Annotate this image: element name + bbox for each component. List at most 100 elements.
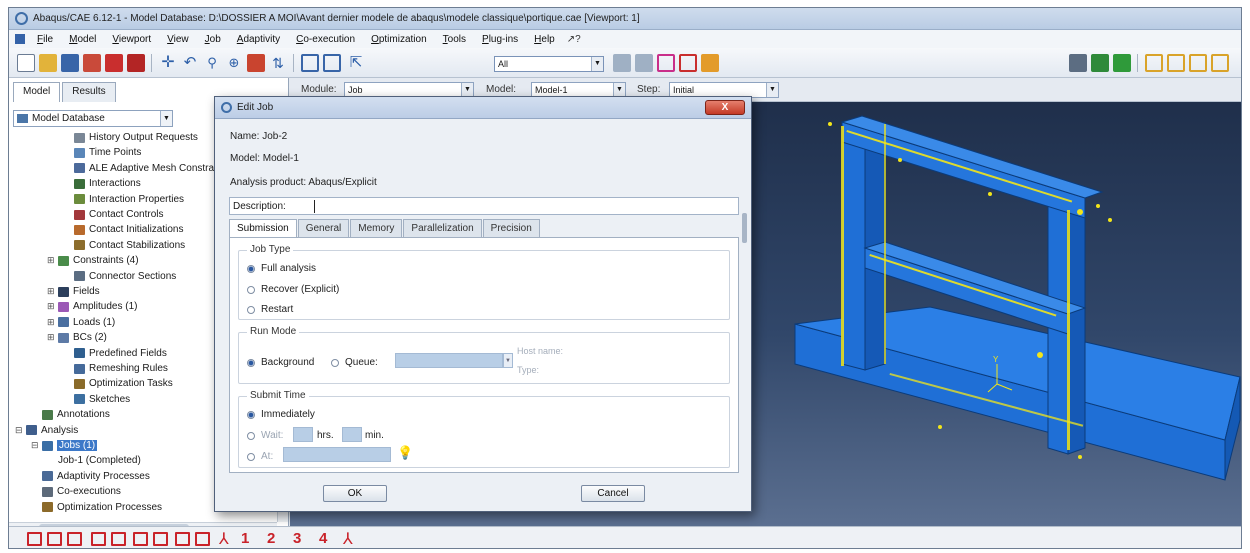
tree-node[interactable]: ⊞ Loads (1) [47,315,115,330]
menu-model[interactable]: Model [61,34,104,45]
view-iso-icon[interactable] [1145,54,1163,72]
new-file-icon[interactable] [17,54,35,72]
selection-box-icon[interactable] [657,54,675,72]
tree-node[interactable]: Contact Stabilizations [63,238,185,253]
tree-node[interactable]: Job-1 (Completed) [47,453,141,468]
tree-node[interactable]: Annotations [31,407,110,422]
view-icon-9[interactable] [195,532,210,546]
viewport-number-3[interactable]: 3 [293,530,301,547]
render-style-icon-2[interactable] [1091,54,1109,72]
menu-view[interactable]: View [159,34,197,45]
view-icon-2[interactable] [47,532,62,546]
tab-parallelization[interactable]: Parallelization [403,219,482,238]
viewport-number-1[interactable]: 1 [241,530,249,547]
tree-node[interactable]: Contact Controls [63,207,163,222]
menu-file[interactable]: File [29,34,61,45]
selection-option-icon-2[interactable] [635,54,653,72]
ok-button[interactable]: OK [323,485,387,502]
view-front-icon[interactable] [1167,54,1185,72]
tools-icon[interactable] [701,54,719,72]
render-style-icon-1[interactable] [1069,54,1087,72]
box-zoom-icon[interactable]: ⊕ [225,54,243,72]
viewport-number-4[interactable]: 4 [319,530,327,547]
chevron-down-icon[interactable]: ▼ [160,111,172,126]
tree-node[interactable]: Sketches [63,392,130,407]
description-field[interactable]: Description: [229,197,739,215]
tree-node[interactable]: ⊞ BCs (2) [47,330,107,345]
render-style-icon-3[interactable] [1113,54,1131,72]
menu-plug-ins[interactable]: Plug-ins [474,34,526,45]
tree-node[interactable]: Interactions [63,176,141,191]
radio-immediately[interactable]: Immediately [247,409,315,420]
tab-memory[interactable]: Memory [350,219,403,238]
auto-fit-icon[interactable] [247,54,265,72]
layout-icon-1[interactable] [301,54,319,72]
tree-node[interactable]: History Output Requests [63,130,198,145]
tab-submission[interactable]: Submission [229,219,297,239]
expand-toggle-icon[interactable]: ⊟ [15,425,24,436]
chevron-down-icon[interactable]: ▼ [766,83,778,97]
menu-tools[interactable]: Tools [435,34,474,45]
wait-hours-field[interactable] [293,427,313,442]
chevron-down-icon[interactable]: ▼ [591,57,603,71]
chevron-down-icon[interactable]: ▼ [503,353,513,368]
pan-icon[interactable]: ✛ [159,54,177,72]
tab-precision[interactable]: Precision [482,219,540,238]
tree-node[interactable]: Remeshing Rules [63,361,168,376]
menu-adaptivity[interactable]: Adaptivity [229,34,288,45]
whats-this-help-icon[interactable]: ↗? [563,34,581,45]
menu-optimization[interactable]: Optimization [363,34,435,45]
viewport-number-2[interactable]: 2 [267,530,275,547]
close-button[interactable]: X [705,100,745,115]
view-icon-1[interactable] [27,532,42,546]
chevron-down-icon[interactable]: ▼ [461,83,473,97]
view-icon-6[interactable] [133,532,148,546]
tree-node[interactable]: ⊟ Analysis [15,423,78,438]
lightbulb-icon[interactable]: 💡 [397,445,413,461]
expand-toggle-icon[interactable]: ⊟ [31,440,40,451]
dialog-title-bar[interactable]: Edit Job X [215,97,751,119]
radio-wait[interactable]: Wait: [247,430,283,441]
tree-node[interactable]: ALE Adaptive Mesh Constraints [63,161,230,176]
tab-general[interactable]: General [297,219,350,238]
cancel-button[interactable]: Cancel [581,485,645,502]
scroll-thumb[interactable] [742,213,747,243]
radio-full-analysis[interactable]: Full analysis [247,263,316,274]
radio-recover-explicit[interactable]: Recover (Explicit) [247,284,339,295]
tree-node[interactable]: ⊞ Constraints (4) [47,253,139,268]
expand-toggle-icon[interactable]: ⊞ [47,301,56,312]
view-side-icon[interactable] [1189,54,1207,72]
triad-icon[interactable]: ⅄ [219,529,229,548]
tree-node[interactable]: ⊞ Fields [47,284,100,299]
plot-icon-2[interactable] [127,54,145,72]
tree-node[interactable]: ⊟ Jobs (1) [31,438,98,453]
view-icon-5[interactable] [111,532,126,546]
rotate-icon[interactable]: ↶ [181,54,199,72]
view-icon-4[interactable] [91,532,106,546]
selection-option-icon-1[interactable] [613,54,631,72]
tree-node[interactable]: Optimization Processes [31,500,162,515]
model-database-combo[interactable]: Model Database ▼ [13,110,173,127]
at-time-field[interactable] [283,447,391,462]
tab-results[interactable]: Results [62,82,116,102]
tree-node[interactable]: Predefined Fields [63,346,167,361]
tree-node[interactable]: Contact Initializations [63,222,184,237]
radio-queue[interactable]: Queue: [331,357,378,368]
expand-toggle-icon[interactable]: ⊞ [47,332,56,343]
tree-node[interactable]: Co-executions [31,484,121,499]
magnify-icon[interactable]: ⚲ [203,54,221,72]
open-folder-icon[interactable] [39,54,57,72]
print-icon[interactable] [83,54,101,72]
tree-node[interactable]: Time Points [63,145,141,160]
menu-help[interactable]: Help [526,34,563,45]
view-icon-8[interactable] [175,532,190,546]
radio-restart[interactable]: Restart [247,304,293,315]
cycle-views-icon[interactable]: ⇅ [269,54,287,72]
view-icon-3[interactable] [67,532,82,546]
radio-background[interactable]: Background [247,357,314,368]
view-top-icon[interactable] [1211,54,1229,72]
expand-toggle-icon[interactable]: ⊞ [47,317,56,328]
expand-toggle-icon[interactable]: ⊞ [47,255,56,266]
tab-model[interactable]: Model [13,82,61,102]
tree-node[interactable]: Optimization Tasks [63,376,173,391]
